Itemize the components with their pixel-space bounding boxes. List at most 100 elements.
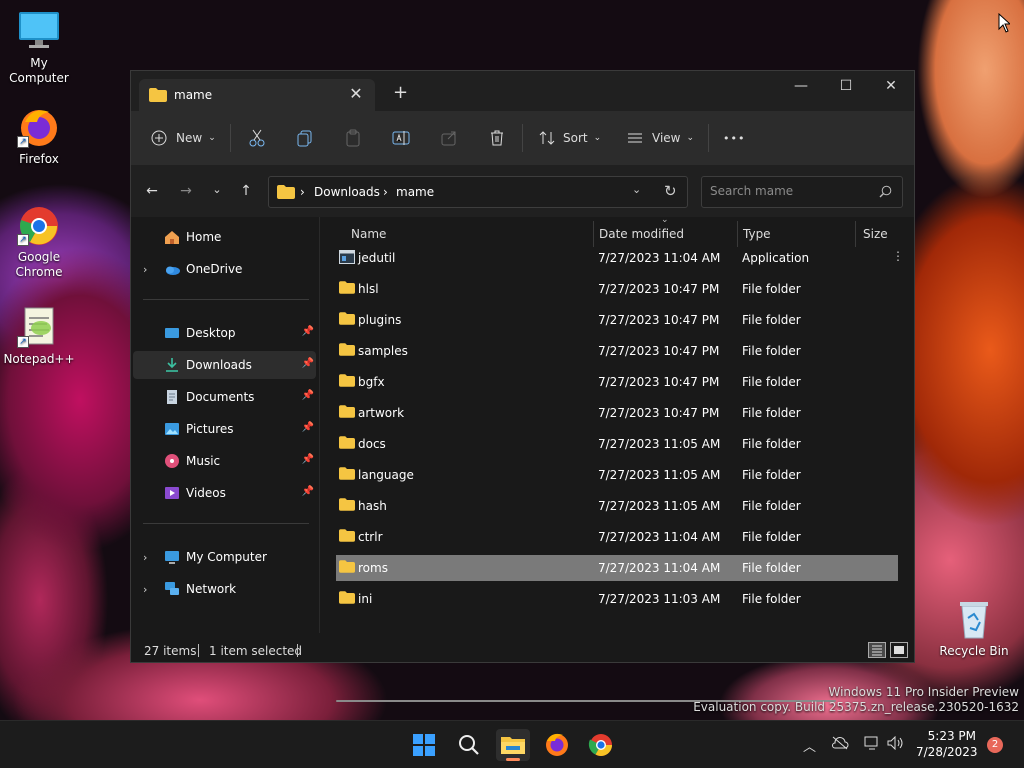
taskbar: ︿ 5:23 PM 7/28/2023 2 [0, 720, 1024, 768]
breadcrumb-mame[interactable]: mame [396, 185, 434, 199]
search-taskbar-button[interactable] [452, 729, 486, 761]
clock-date: 7/28/2023 [916, 745, 978, 759]
table-row[interactable]: docs 7/27/2023 11:05 AM File folder [336, 431, 898, 457]
sidebar-item-music[interactable]: Music 📌 [133, 447, 316, 475]
up-button[interactable]: ↑ [236, 183, 256, 199]
sidebar-item-onedrive[interactable]: › OneDrive [133, 255, 316, 283]
file-date-modified: 7/27/2023 11:04 AM [598, 251, 721, 265]
file-date-modified: 7/27/2023 10:47 PM [598, 406, 720, 420]
network-icon [164, 581, 180, 597]
sidebar-item-label: Videos [186, 486, 226, 500]
table-row[interactable]: hlsl 7/27/2023 10:47 PM File folder [336, 276, 898, 302]
new-button[interactable]: New ⌄ [151, 125, 216, 151]
tab-close-icon[interactable]: ✕ [347, 84, 365, 103]
file-type: Application [742, 251, 810, 265]
table-row[interactable]: language 7/27/2023 11:05 AM File folder [336, 462, 898, 488]
address-bar[interactable]: › Downloads › mame ⌄ ↻ [268, 176, 688, 208]
new-tab-button[interactable]: + [393, 82, 408, 103]
sidebar-item-my-computer[interactable]: › My Computer [133, 543, 316, 571]
sort-button[interactable]: Sort ⌄ [539, 125, 601, 151]
search-icon[interactable] [879, 185, 892, 201]
sidebar-item-pictures[interactable]: Pictures 📌 [133, 415, 316, 443]
column-header-size[interactable]: Size [863, 227, 888, 241]
recent-locations-button[interactable]: ⌄ [207, 183, 227, 196]
table-row[interactable]: ctrlr 7/27/2023 11:04 AM File folder [336, 524, 898, 550]
volume-icon[interactable] [887, 735, 905, 754]
column-divider[interactable] [855, 221, 856, 247]
table-row[interactable]: samples 7/27/2023 10:47 PM File folder [336, 338, 898, 364]
details-view-button[interactable] [868, 642, 886, 658]
chevron-right-icon[interactable]: › [143, 551, 147, 564]
desktop-icon-notepadpp[interactable]: ↗ Notepad++ [1, 304, 77, 367]
start-button[interactable] [407, 729, 441, 761]
network-tray-icon[interactable] [863, 736, 881, 754]
show-hidden-icons-chevron-icon[interactable]: ︿ [803, 736, 816, 755]
view-button[interactable]: View ⌄ [627, 125, 694, 151]
notification-badge[interactable]: 2 [987, 737, 1003, 753]
sidebar-item-documents[interactable]: Documents 📌 [133, 383, 316, 411]
desktop-icon-recycle-bin[interactable]: Recycle Bin [936, 596, 1012, 659]
sidebar-item-desktop[interactable]: Desktop 📌 [133, 319, 316, 347]
sidebar-item-downloads[interactable]: Downloads 📌 [133, 351, 316, 379]
file-explorer-taskbar-button[interactable] [496, 729, 530, 761]
column-divider[interactable] [593, 221, 594, 247]
sidebar-item-home[interactable]: Home [133, 223, 316, 251]
clock[interactable]: 5:23 PM 7/28/2023 [916, 728, 978, 760]
pictures-icon [164, 421, 180, 437]
sidebar-item-label: Downloads [186, 358, 252, 372]
shortcut-arrow-icon: ↗ [17, 336, 29, 348]
firefox-taskbar-button[interactable] [540, 729, 574, 761]
cloud-offline-icon[interactable] [831, 736, 849, 754]
column-header-date-modified[interactable]: Date modified [599, 227, 684, 241]
desktop-icon-label: My Computer [9, 56, 69, 85]
column-header-name[interactable]: Name [351, 227, 386, 241]
chevron-right-icon[interactable]: › [143, 583, 147, 596]
chevron-right-icon[interactable]: › [143, 263, 147, 276]
desktop-icon-my-computer[interactable]: My Computer [1, 8, 77, 86]
table-row[interactable]: plugins 7/27/2023 10:47 PM File folder [336, 307, 898, 333]
desktop-icon-firefox[interactable]: ↗ Firefox [1, 104, 77, 167]
delete-button[interactable] [488, 125, 506, 151]
cut-button[interactable] [248, 125, 266, 151]
rename-button[interactable] [392, 125, 410, 151]
maximize-button[interactable]: ☐ [823, 71, 869, 103]
sidebar-item-label: OneDrive [186, 262, 243, 276]
search-input[interactable] [710, 184, 870, 198]
table-row[interactable]: hash 7/27/2023 11:05 AM File folder [336, 493, 898, 519]
close-button[interactable]: ✕ [868, 71, 914, 103]
table-row[interactable]: bgfx 7/27/2023 10:47 PM File folder [336, 369, 898, 395]
column-header-type[interactable]: Type [743, 227, 771, 241]
file-name: roms [358, 561, 388, 575]
desktop-icon-chrome[interactable]: ↗ Google Chrome [1, 202, 77, 280]
title-bar[interactable]: mame ✕ + — ☐ ✕ [131, 71, 914, 111]
more-options-button[interactable]: ••• [723, 125, 745, 151]
copy-button[interactable] [296, 125, 314, 151]
paste-button[interactable] [344, 125, 362, 151]
view-button-label: View [652, 131, 681, 145]
breadcrumb-downloads[interactable]: Downloads [314, 185, 380, 199]
share-button[interactable] [440, 125, 458, 151]
chrome-taskbar-button[interactable] [584, 729, 618, 761]
refresh-icon[interactable]: ↻ [664, 182, 677, 200]
search-box[interactable] [701, 176, 903, 208]
breadcrumb-separator: › [383, 185, 388, 199]
tiles-view-button[interactable] [890, 642, 908, 658]
column-divider[interactable] [737, 221, 738, 247]
rename-icon [392, 129, 410, 147]
sidebar-item-videos[interactable]: Videos 📌 [133, 479, 316, 507]
recycle-bin-icon [952, 596, 996, 640]
forward-button[interactable]: → [176, 183, 196, 199]
minimize-button[interactable]: — [778, 71, 824, 103]
table-row[interactable]: roms 7/27/2023 11:04 AM File folder [336, 555, 898, 581]
back-button[interactable]: ← [142, 183, 162, 199]
address-history-chevron-icon[interactable]: ⌄ [632, 183, 641, 196]
toolbar-divider [522, 124, 523, 152]
table-row[interactable]: jedutil 7/27/2023 11:04 AM Application ⋮ [336, 245, 904, 271]
file-date-modified: 7/27/2023 11:03 AM [598, 592, 721, 606]
sidebar-item-label: Pictures [186, 422, 234, 436]
table-row[interactable]: ini 7/27/2023 11:03 AM File folder [336, 586, 898, 612]
sidebar-item-network[interactable]: › Network [133, 575, 316, 603]
more-vertical-icon[interactable]: ⋮ [892, 249, 904, 263]
tab-mame[interactable]: mame ✕ [139, 79, 375, 111]
table-row[interactable]: artwork 7/27/2023 10:47 PM File folder [336, 400, 898, 426]
